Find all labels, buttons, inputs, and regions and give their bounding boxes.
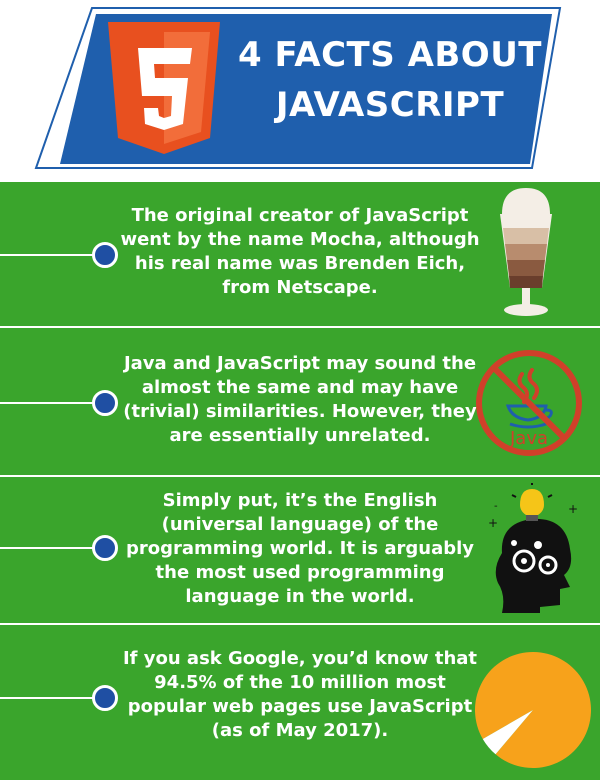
svg-text:+: + (488, 516, 498, 530)
fact-connector (0, 254, 100, 256)
fact-2-text: Java and JavaScript may sound the almost… (123, 353, 477, 446)
fact-connector (0, 402, 100, 404)
page-title: 4 FACTS ABOUT JAVASCRIPT (236, 30, 544, 130)
svg-text:+: + (568, 502, 578, 516)
fact-3: Simply put, it’s the English (universal … (0, 477, 600, 622)
head-lightbulb-gears-icon: + + - (488, 483, 578, 613)
fact-bullet (92, 390, 118, 416)
pie-chart-icon (475, 652, 591, 768)
latte-glass-icon (500, 188, 552, 316)
html5-logo-icon (108, 22, 220, 154)
header: 4 FACTS ABOUT JAVASCRIPT (0, 0, 600, 180)
title-line-1: 4 FACTS ABOUT (237, 35, 543, 75)
fact-bullet (92, 535, 118, 561)
facts-panel: The original creator of JavaScript went … (0, 180, 600, 780)
fact-4: If you ask Google, you’d know that 94.5%… (0, 625, 600, 780)
fact-1: The original creator of JavaScript went … (0, 180, 600, 325)
svg-text:-: - (494, 501, 498, 512)
infographic: 4 FACTS ABOUT JAVASCRIPT The original cr… (0, 0, 600, 780)
fact-2: Java and JavaScript may sound the almost… (0, 328, 600, 474)
fact-4-text: If you ask Google, you’d know that 94.5%… (122, 648, 478, 741)
fact-3-text: Simply put, it’s the English (universal … (125, 490, 475, 607)
no-java-icon: Java (476, 350, 582, 456)
fact-1-text: The original creator of JavaScript went … (120, 205, 480, 298)
fact-connector (0, 547, 100, 549)
fact-bullet (92, 685, 118, 711)
fact-bullet (92, 242, 118, 268)
fact-connector (0, 697, 100, 699)
java-logo-text: Java (509, 428, 548, 449)
title-line-2: JAVASCRIPT (275, 85, 505, 125)
